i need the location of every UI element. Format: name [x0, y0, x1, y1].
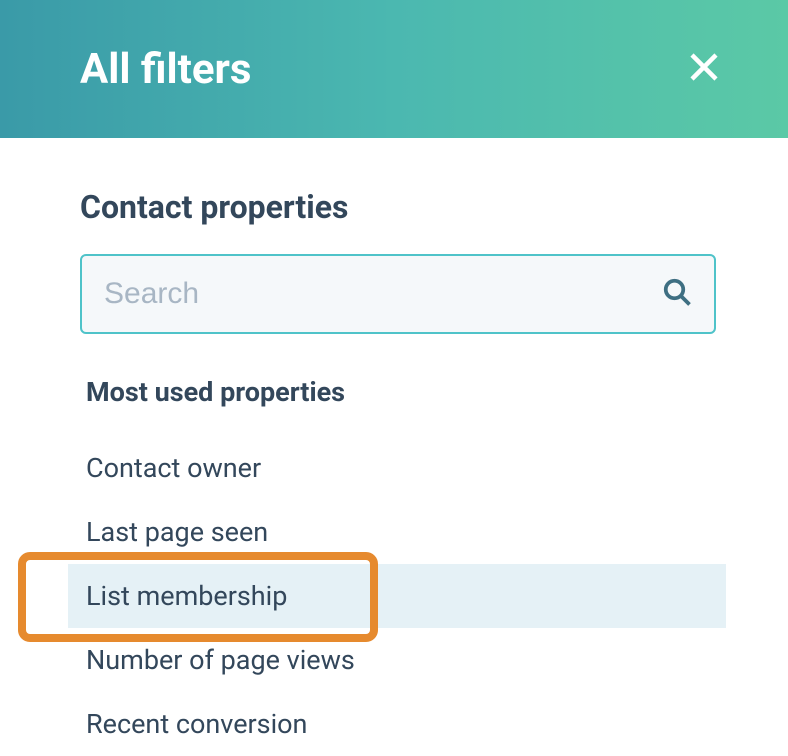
section-title: Contact properties: [80, 188, 716, 226]
property-label: List membership: [86, 580, 287, 612]
property-label: Last page seen: [86, 516, 268, 548]
group-label: Most used properties: [86, 376, 716, 408]
search-input[interactable]: [80, 254, 716, 334]
property-label: Number of page views: [86, 644, 355, 676]
property-item-recent-conversion[interactable]: Recent conversion: [80, 692, 716, 756]
panel-content: Contact properties Most used properties …: [0, 138, 788, 756]
property-list: Contact owner Last page seen List member…: [80, 436, 716, 756]
property-label: Contact owner: [86, 452, 261, 484]
search-wrap: [80, 254, 716, 334]
panel-title: All filters: [80, 45, 251, 94]
property-item-last-page-seen[interactable]: Last page seen: [80, 500, 716, 564]
close-button[interactable]: [680, 45, 728, 93]
close-icon: [686, 49, 722, 89]
property-label: Recent conversion: [86, 708, 307, 740]
property-item-number-of-page-views[interactable]: Number of page views: [80, 628, 716, 692]
panel-header: All filters: [0, 0, 788, 138]
property-item-list-membership[interactable]: List membership: [68, 564, 726, 628]
property-item-contact-owner[interactable]: Contact owner: [80, 436, 716, 500]
